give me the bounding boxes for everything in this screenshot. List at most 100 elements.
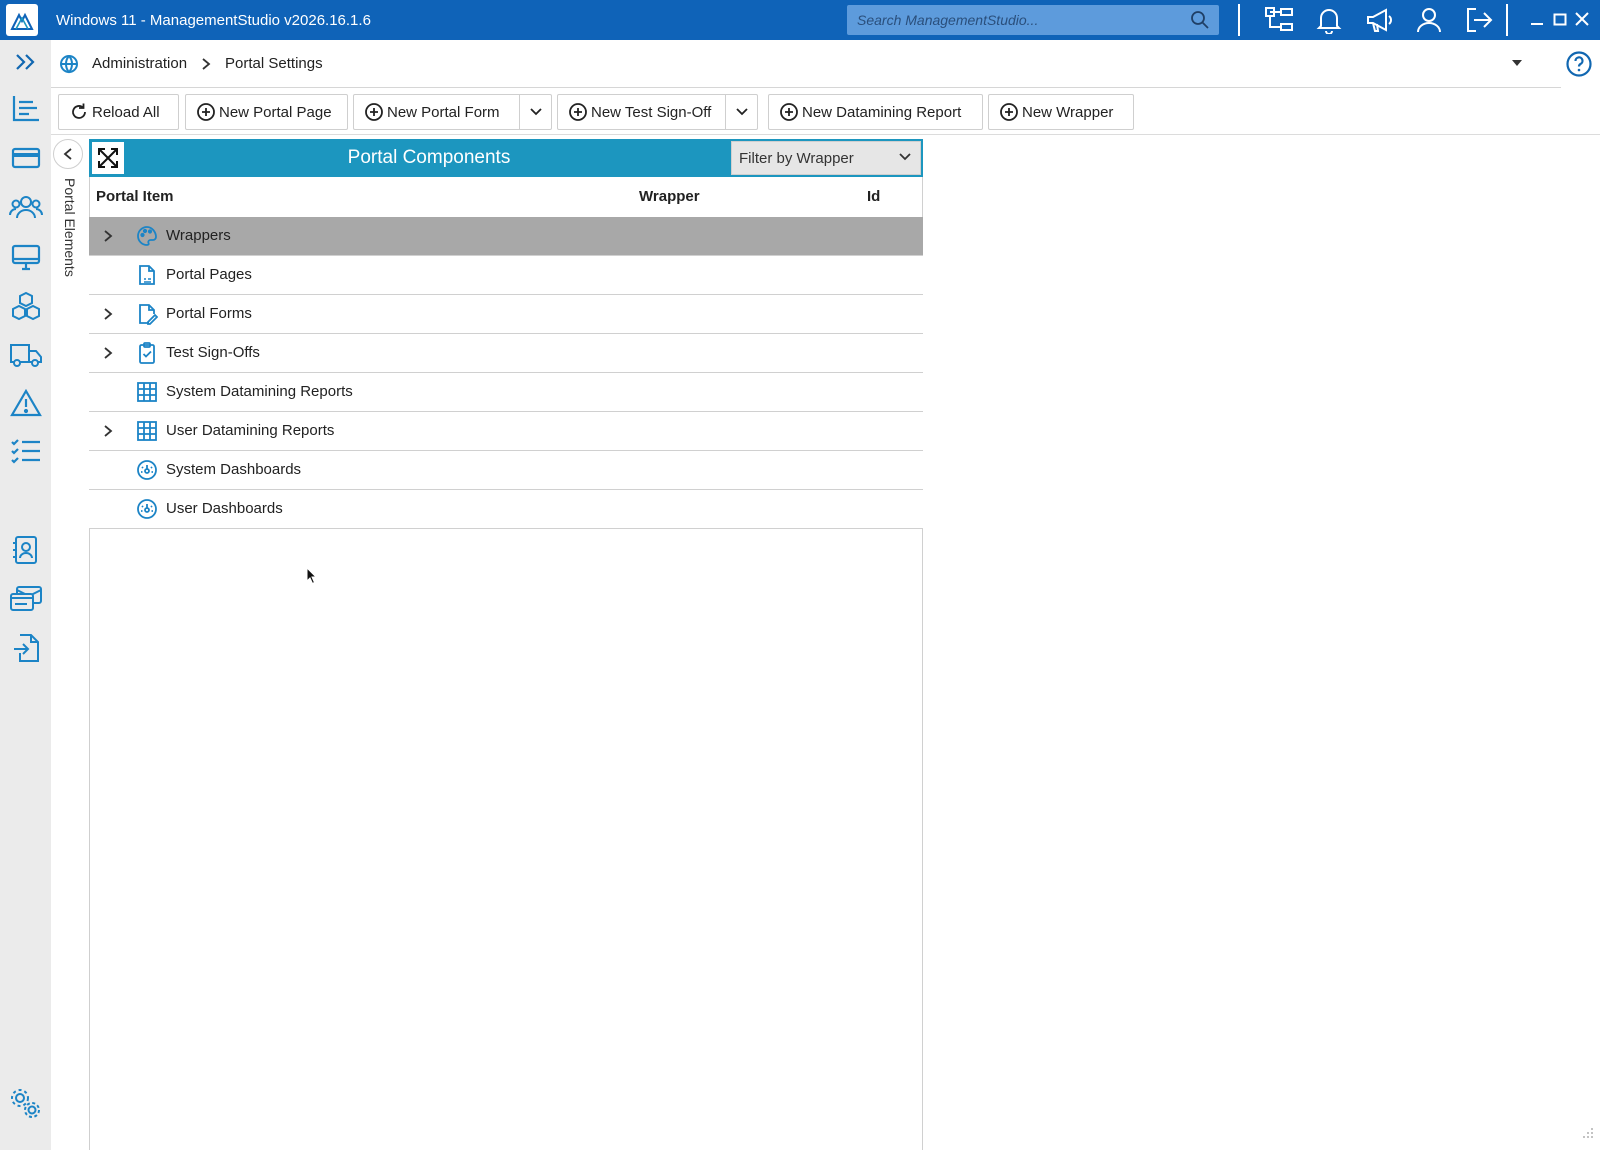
column-header-wrapper[interactable]: Wrapper: [639, 177, 700, 217]
bell-icon[interactable]: [1312, 4, 1346, 36]
cubes-icon[interactable]: [8, 288, 44, 324]
grid-icon: [136, 420, 158, 442]
plus-circle-icon: [779, 102, 799, 122]
file-import-icon[interactable]: [8, 630, 44, 666]
breadcrumb-portal-settings[interactable]: Portal Settings: [225, 55, 323, 72]
tree-row-user-dashboards[interactable]: User Dashboards: [89, 490, 923, 529]
filter-by-wrapper-select[interactable]: Filter by Wrapper: [731, 141, 921, 175]
resize-grip-icon[interactable]: [1582, 1126, 1594, 1144]
column-header-portal-item[interactable]: Portal Item: [96, 177, 174, 217]
truck-icon[interactable]: [8, 337, 44, 373]
list-icon[interactable]: [8, 90, 44, 126]
settings-gears-icon[interactable]: [8, 1086, 44, 1122]
tree-row-label: Portal Pages: [166, 266, 252, 283]
toolbar: Reload All New Portal Page New Portal Fo…: [51, 89, 1600, 135]
reload-icon: [69, 102, 89, 122]
administration-icon: [57, 52, 81, 76]
app-logo-icon: [6, 4, 38, 36]
chevron-right-icon[interactable]: [99, 305, 117, 323]
close-icon[interactable]: [1572, 8, 1592, 30]
new-portal-form-dropdown[interactable]: [519, 95, 551, 129]
warning-icon[interactable]: [8, 385, 44, 421]
megaphone-icon[interactable]: [1362, 4, 1396, 36]
grid-icon: [136, 381, 158, 403]
new-portal-form-button[interactable]: New Portal Form: [353, 94, 552, 130]
tree-row-test-signoffs[interactable]: Test Sign-Offs: [89, 334, 923, 373]
breadcrumb-administration[interactable]: Administration: [92, 55, 187, 72]
chevron-down-icon: [898, 149, 912, 166]
card-icon[interactable]: [8, 140, 44, 176]
global-search[interactable]: [847, 5, 1219, 35]
doc-page-icon: [136, 264, 158, 286]
breadcrumb: Administration Portal Settings: [51, 40, 1561, 88]
search-icon[interactable]: [1187, 7, 1213, 33]
new-datamining-report-label: New Datamining Report: [802, 103, 962, 121]
contact-card-icon[interactable]: [8, 532, 44, 568]
form-edit-icon: [136, 303, 158, 325]
window-title: Windows 11 - ManagementStudio v2026.16.1…: [56, 11, 371, 29]
portal-components-panel: Portal Components Filter by Wrapper Port…: [89, 139, 923, 1150]
left-nav: [0, 40, 51, 1150]
maximize-icon[interactable]: [1550, 8, 1570, 30]
gauge-icon: [136, 459, 158, 481]
chevron-down-icon: [735, 108, 748, 116]
tree-list: Wrappers Portal Pages Portal Forms Test …: [89, 217, 923, 529]
column-header-id[interactable]: Id: [867, 177, 880, 217]
tree-row-label: Wrappers: [166, 227, 231, 244]
dropdown-triangle-icon[interactable]: [1511, 55, 1523, 73]
collapse-panel-button[interactable]: [53, 139, 83, 169]
minimize-icon[interactable]: [1527, 8, 1547, 30]
mouse-cursor-icon: [306, 566, 318, 590]
tree-row-label: Portal Forms: [166, 305, 252, 322]
search-input[interactable]: [847, 12, 1187, 28]
chevron-down-icon: [529, 108, 542, 116]
help-icon[interactable]: [1565, 50, 1593, 78]
new-portal-form-label: New Portal Form: [387, 103, 500, 121]
chevron-right-icon: [201, 57, 211, 71]
clipboard-check-icon: [136, 342, 158, 364]
reload-all-button[interactable]: Reload All: [58, 94, 179, 130]
tree-row-user-datamining-reports[interactable]: User Datamining Reports: [89, 412, 923, 451]
chevron-right-icon[interactable]: [99, 344, 117, 362]
new-portal-page-button[interactable]: New Portal Page: [185, 94, 348, 130]
new-datamining-report-button[interactable]: New Datamining Report: [768, 94, 983, 130]
new-test-signoff-dropdown[interactable]: [725, 95, 757, 129]
tree-row-system-dashboards[interactable]: System Dashboards: [89, 451, 923, 490]
checklist-icon[interactable]: [8, 433, 44, 469]
plus-circle-icon: [568, 102, 588, 122]
hierarchy-icon[interactable]: [1262, 4, 1296, 36]
chevron-right-icon[interactable]: [99, 227, 117, 245]
tree-row-label: User Dashboards: [166, 500, 283, 517]
chevron-left-icon: [63, 148, 72, 160]
chevron-right-icon[interactable]: [99, 422, 117, 440]
title-separator: [1238, 4, 1240, 36]
tree-row-wrappers[interactable]: Wrappers: [89, 217, 923, 256]
logout-icon[interactable]: [1462, 4, 1496, 36]
monitor-icon[interactable]: [8, 239, 44, 275]
tree-row-portal-pages[interactable]: Portal Pages: [89, 256, 923, 295]
new-portal-page-label: New Portal Page: [219, 103, 332, 121]
tree-row-label: User Datamining Reports: [166, 422, 335, 439]
plus-circle-icon: [196, 102, 216, 122]
tree-row-system-datamining-reports[interactable]: System Datamining Reports: [89, 373, 923, 412]
tree-row-label: System Datamining Reports: [166, 383, 353, 400]
users-icon[interactable]: [8, 189, 44, 225]
expand-nav-icon[interactable]: [8, 44, 44, 80]
new-test-signoff-button[interactable]: New Test Sign-Off: [557, 94, 758, 130]
portal-elements-tab[interactable]: Portal Elements: [58, 178, 78, 288]
panel-title: Portal Components: [347, 147, 511, 168]
new-wrapper-button[interactable]: New Wrapper: [988, 94, 1134, 130]
title-separator: [1506, 4, 1508, 36]
plus-circle-icon: [999, 102, 1019, 122]
tree-row-label: System Dashboards: [166, 461, 302, 478]
maximize-panel-icon[interactable]: [92, 142, 124, 174]
user-icon[interactable]: [1412, 4, 1446, 36]
tree-row-label: Test Sign-Offs: [166, 344, 260, 361]
new-wrapper-label: New Wrapper: [1022, 103, 1114, 121]
reload-all-label: Reload All: [92, 103, 160, 121]
filter-value: Filter by Wrapper: [739, 149, 854, 167]
messages-icon[interactable]: [8, 581, 44, 617]
gauge-icon: [136, 498, 158, 520]
panel-header: Portal Components Filter by Wrapper: [89, 139, 923, 177]
tree-row-portal-forms[interactable]: Portal Forms: [89, 295, 923, 334]
